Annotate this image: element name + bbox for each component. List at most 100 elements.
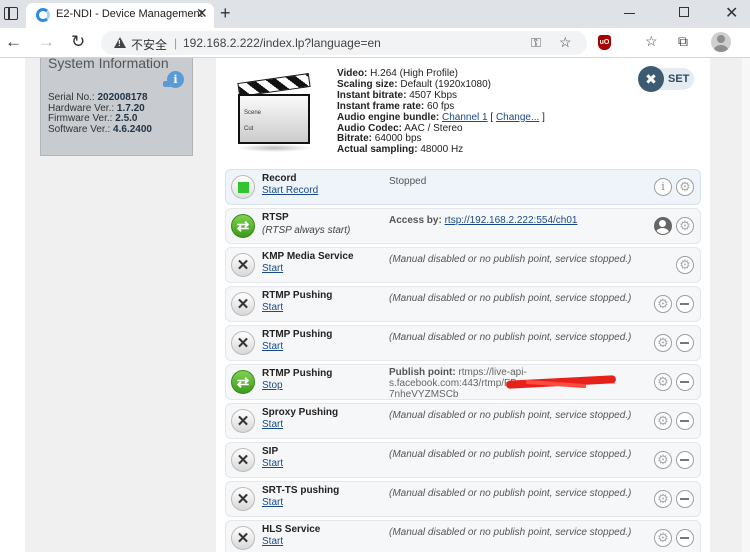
device-summary: Video: H.264 (High Profile) Scaling size… bbox=[337, 68, 545, 156]
profile-avatar-icon[interactable] bbox=[711, 32, 731, 52]
gear-icon[interactable]: ⚙ bbox=[654, 412, 672, 430]
service-status: (Manual disabled or no publish point, se… bbox=[389, 293, 632, 304]
start-link[interactable]: Start bbox=[262, 302, 283, 313]
start-link[interactable]: Start bbox=[262, 263, 283, 274]
warning-icon[interactable] bbox=[114, 37, 126, 48]
service-status: Stopped bbox=[389, 176, 427, 187]
service-row-sproxy: ✕ Sproxy Pushing Start (Manual disabled … bbox=[225, 403, 701, 439]
gear-icon[interactable]: ⚙ bbox=[654, 529, 672, 547]
forward-icon[interactable]: → bbox=[38, 33, 55, 51]
maximize-icon[interactable] bbox=[679, 7, 689, 17]
service-status: (Manual disabled or no publish point, se… bbox=[389, 332, 632, 343]
disabled-x-icon[interactable]: ✕ bbox=[231, 448, 255, 472]
sampling-row: Actual sampling: 48000 Hz bbox=[337, 144, 464, 156]
remove-icon[interactable] bbox=[676, 334, 694, 352]
reload-icon[interactable]: ↻ bbox=[71, 33, 85, 51]
gear-icon[interactable]: ⚙ bbox=[654, 490, 672, 508]
service-status: (Manual disabled or no publish point, se… bbox=[389, 449, 632, 460]
page-scrollbar[interactable] bbox=[742, 58, 750, 552]
start-link[interactable]: Start bbox=[262, 458, 283, 469]
collections-icon[interactable]: ⧉ bbox=[678, 33, 688, 50]
gear-icon[interactable]: ⚙ bbox=[676, 178, 694, 196]
disabled-x-icon[interactable]: ✕ bbox=[231, 487, 255, 511]
stop-link[interactable]: Stop bbox=[262, 380, 283, 391]
info-icon[interactable]: i bbox=[163, 71, 184, 88]
service-status: (Manual disabled or no publish point, se… bbox=[389, 527, 632, 538]
service-row-sip: ✕ SIP Start (Manual disabled or no publi… bbox=[225, 442, 701, 478]
browser-tab[interactable]: E2-NDI - Device Management ✕ bbox=[26, 3, 214, 28]
service-name: SIP bbox=[262, 446, 279, 457]
remove-icon[interactable] bbox=[676, 490, 694, 508]
remove-icon[interactable] bbox=[676, 451, 694, 469]
window-close-icon[interactable]: ✕ bbox=[725, 3, 738, 23]
remove-icon[interactable] bbox=[676, 373, 694, 391]
swap-arrows-icon[interactable]: ⇄ bbox=[231, 370, 255, 394]
service-row-srt-ts: ✕ SRT-TS pushing Start (Manual disabled … bbox=[225, 481, 701, 517]
minimize-icon[interactable] bbox=[624, 13, 635, 14]
remove-icon[interactable] bbox=[676, 412, 694, 430]
audio-bundle-link[interactable]: Channel 1 bbox=[442, 112, 488, 123]
set-label: SET bbox=[668, 73, 690, 85]
key-icon[interactable]: ⚿ bbox=[531, 35, 541, 51]
disabled-x-icon[interactable]: ✕ bbox=[231, 253, 255, 277]
gear-icon[interactable]: ⚙ bbox=[676, 256, 694, 274]
tools-icon: ✖ bbox=[638, 66, 664, 92]
tab-title: E2-NDI - Device Management bbox=[56, 8, 203, 20]
service-status: (Manual disabled or no publish point, se… bbox=[389, 254, 632, 265]
remove-icon[interactable] bbox=[676, 529, 694, 547]
favorite-add-icon[interactable]: ☆ bbox=[559, 34, 572, 51]
start-link[interactable]: Start bbox=[262, 497, 283, 508]
url-input[interactable]: 不安全 | 192.168.2.222/index.lp?language=en… bbox=[101, 31, 587, 55]
tab-strip: E2-NDI - Device Management ✕ + ✕ bbox=[0, 0, 750, 28]
swap-arrows-icon[interactable]: ⇄ bbox=[231, 214, 255, 238]
service-status: (Manual disabled or no publish point, se… bbox=[389, 410, 632, 421]
service-name: Sproxy Pushing bbox=[262, 407, 339, 418]
ublock-icon[interactable]: uO bbox=[598, 35, 611, 50]
start-link[interactable]: Start bbox=[262, 536, 283, 547]
page-content: System Information i Serial No.: 2020081… bbox=[0, 58, 750, 552]
clapper-scene-label: Scene bbox=[244, 110, 262, 116]
service-status: (Manual disabled or no publish point, se… bbox=[389, 488, 632, 499]
service-name: RTMP Pushing bbox=[262, 290, 333, 301]
record-status-icon[interactable] bbox=[231, 175, 255, 199]
user-icon[interactable] bbox=[654, 217, 672, 235]
back-icon[interactable]: ← bbox=[5, 33, 22, 51]
close-icon[interactable]: ✕ bbox=[196, 6, 208, 20]
disabled-x-icon[interactable]: ✕ bbox=[231, 409, 255, 433]
hardware-value: 1.7.20 bbox=[116, 102, 145, 114]
info-icon[interactable]: i bbox=[654, 178, 672, 196]
address-bar: ← → ↻ 不安全 | 192.168.2.222/index.lp?langu… bbox=[0, 28, 750, 58]
change-audio-bundle-link[interactable]: Change... bbox=[496, 112, 539, 123]
clapper-cut-label: Cut bbox=[244, 126, 254, 132]
tab-actions-icon[interactable] bbox=[4, 7, 18, 20]
gear-icon[interactable]: ⚙ bbox=[654, 295, 672, 313]
gear-icon[interactable]: ⚙ bbox=[654, 451, 672, 469]
edge-favicon-icon bbox=[36, 8, 50, 22]
disabled-x-icon[interactable]: ✕ bbox=[231, 292, 255, 316]
software-value: 4.6.2400 bbox=[113, 123, 152, 135]
start-link[interactable]: Start bbox=[262, 419, 283, 430]
favorites-icon[interactable]: ☆ bbox=[645, 33, 658, 50]
disabled-x-icon[interactable]: ✕ bbox=[231, 526, 255, 550]
service-row-rtsp: ⇄ RTSP (RTSP always start) Access by: rt… bbox=[225, 208, 701, 244]
software-row: Software Ver.: 4.6.2400 bbox=[48, 123, 152, 135]
start-record-link[interactable]: Start Record bbox=[262, 185, 318, 196]
gear-icon[interactable]: ⚙ bbox=[676, 217, 694, 235]
firmware-value: 2.5.0 bbox=[115, 113, 138, 124]
service-name: SRT-TS pushing bbox=[262, 485, 340, 496]
service-row-rtmp-1: ✕ RTMP Pushing Start (Manual disabled or… bbox=[225, 286, 701, 322]
disabled-x-icon[interactable]: ✕ bbox=[231, 331, 255, 355]
remove-icon[interactable] bbox=[676, 295, 694, 313]
gear-icon[interactable]: ⚙ bbox=[654, 373, 672, 391]
service-row-record: Record Start Record Stopped i ⚙ bbox=[225, 169, 701, 205]
rtsp-url-link[interactable]: rtsp://192.168.2.222:554/ch01 bbox=[445, 215, 578, 226]
start-link[interactable]: Start bbox=[262, 341, 283, 352]
gear-icon[interactable]: ⚙ bbox=[654, 334, 672, 352]
service-name: HLS Service bbox=[262, 524, 321, 535]
serial-value: 202008178 bbox=[97, 92, 148, 103]
security-label[interactable]: 不安全 bbox=[131, 36, 167, 53]
url-text[interactable]: 192.168.2.222/index.lp?language=en bbox=[183, 36, 381, 50]
service-row-kmp: ✕ KMP Media Service Start (Manual disabl… bbox=[225, 247, 701, 283]
plus-icon[interactable]: + bbox=[220, 3, 231, 23]
set-button[interactable]: ✖ SET bbox=[638, 66, 694, 92]
